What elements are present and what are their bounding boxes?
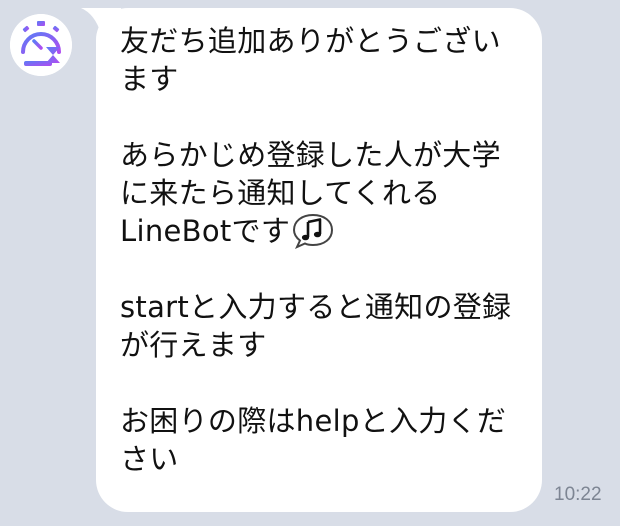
chat-area: 友だち追加ありがとうござい ます あらかじめ登録した人が大学 に来たら通知してく…	[0, 0, 620, 526]
message-timestamp: 10:22	[554, 484, 602, 505]
message-line: に来たら通知してくれる	[120, 176, 441, 210]
stopwatch-hourglass-icon	[10, 14, 72, 76]
message-line: 友だち追加ありがとうござい	[120, 24, 501, 58]
music-note-speech-bubble-icon	[293, 213, 334, 249]
bot-avatar[interactable]	[10, 14, 72, 76]
message-paragraph-3: startと入力すると通知の登録 が行えます	[120, 288, 522, 364]
message-line: が行えます	[120, 328, 267, 362]
message-paragraph-2: あらかじめ登録した人が大学 に来たら通知してくれる LineBotです	[120, 136, 522, 250]
message-line: お困りの際はhelpと入力くだ	[120, 404, 507, 438]
message-line: ます	[120, 62, 179, 96]
message-line: LineBotです	[120, 214, 291, 248]
message-paragraph-4: お困りの際はhelpと入力くだ さい	[120, 402, 522, 478]
message-line-with-emoji: LineBotです	[120, 212, 522, 250]
message-bubble[interactable]: 友だち追加ありがとうござい ます あらかじめ登録した人が大学 に来たら通知してく…	[96, 8, 542, 512]
message-line: さい	[120, 442, 179, 476]
message-line: startと入力すると通知の登録	[120, 290, 512, 324]
message-line: あらかじめ登録した人が大学	[120, 138, 501, 172]
message-paragraph-1: 友だち追加ありがとうござい ます	[120, 22, 522, 98]
